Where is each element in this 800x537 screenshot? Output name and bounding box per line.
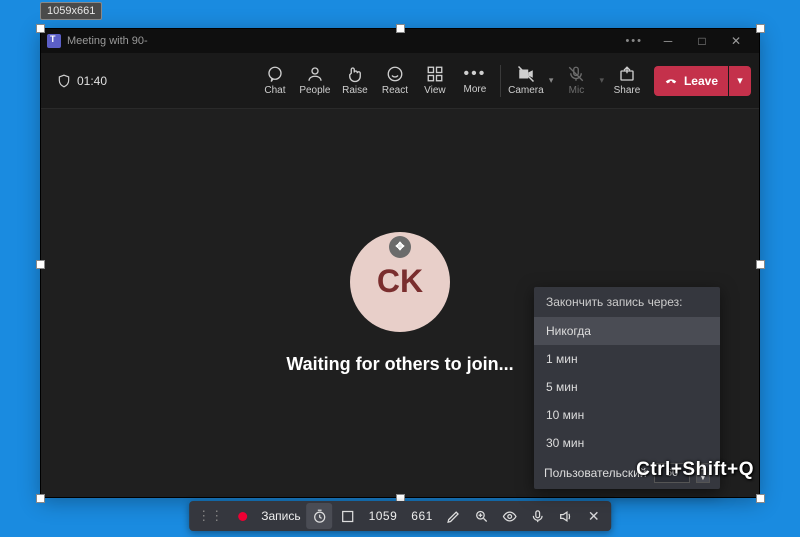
meeting-timer: 01:40 (49, 74, 115, 88)
menu-item-1min[interactable]: 1 мин (534, 345, 720, 373)
zoom-button[interactable] (469, 503, 495, 529)
crop-handle-tc[interactable] (396, 24, 405, 33)
region-width[interactable]: 1059 (363, 509, 404, 523)
capture-dimensions-badge: 1059x661 (40, 2, 102, 20)
mic-label: Mic (569, 85, 585, 96)
record-dot-icon (238, 512, 247, 521)
react-label: React (382, 85, 408, 96)
eye-icon (502, 509, 517, 524)
microphone-icon (530, 509, 545, 524)
crop-handle-ml[interactable] (36, 260, 45, 269)
participant-avatar[interactable]: ✥ CK (350, 232, 450, 332)
mic-off-icon (567, 65, 585, 83)
chevron-down-icon[interactable]: ▾ (599, 75, 604, 86)
teams-app-icon (47, 34, 61, 48)
chat-button[interactable]: Chat (256, 57, 294, 105)
camera-off-icon (517, 65, 535, 83)
crop-handle-bl[interactable] (36, 494, 45, 503)
share-icon (618, 65, 636, 83)
window-minimize-button[interactable]: ─ (651, 29, 685, 53)
leave-chevron[interactable]: ▾ (729, 66, 751, 96)
mic-button[interactable]: Mic (557, 57, 595, 105)
leave-label: Leave (684, 74, 718, 88)
speaker-icon (558, 509, 573, 524)
menu-title: Закончить запись через: (534, 287, 720, 317)
chat-label: Chat (264, 85, 285, 96)
more-icon: ••• (464, 66, 487, 82)
timer-button[interactable] (307, 503, 333, 529)
window-close-button[interactable]: ✕ (719, 29, 753, 53)
leave-button[interactable]: Leave (654, 66, 728, 96)
share-button[interactable]: Share (608, 57, 646, 105)
camera-button[interactable]: Camera (507, 57, 545, 105)
react-button[interactable]: React (376, 57, 414, 105)
share-label: Share (614, 85, 641, 96)
custom-label: Пользовательский (544, 466, 648, 480)
mic-toggle-button[interactable] (525, 503, 551, 529)
menu-item-30min[interactable]: 30 мин (534, 429, 720, 457)
camera-label: Camera (508, 85, 544, 96)
people-icon (306, 65, 324, 83)
raise-label: Raise (342, 85, 368, 96)
crop-region-icon (340, 509, 355, 524)
raise-hand-button[interactable]: Raise (336, 57, 374, 105)
pen-button[interactable] (441, 503, 467, 529)
hand-icon (346, 65, 364, 83)
chat-icon (266, 65, 284, 83)
window-maximize-button[interactable]: □ (685, 29, 719, 53)
menu-item-5min[interactable]: 5 мин (534, 373, 720, 401)
timer-value: 01:40 (77, 74, 107, 88)
crop-handle-br[interactable] (756, 494, 765, 503)
view-label: View (424, 85, 446, 96)
crop-handle-tr[interactable] (756, 24, 765, 33)
meeting-toolbar: 01:40 Chat People Raise React (41, 53, 759, 109)
waiting-message: Waiting for others to join... (286, 354, 513, 375)
toolbar-separator (500, 65, 501, 97)
more-label: More (464, 84, 487, 95)
chevron-down-icon[interactable]: ▾ (549, 75, 554, 86)
shield-icon (57, 74, 71, 88)
crop-handle-mr[interactable] (756, 260, 765, 269)
drag-grip-icon[interactable]: ⋮⋮ (193, 503, 227, 529)
crop-handle-tl[interactable] (36, 24, 45, 33)
view-button[interactable]: View (416, 57, 454, 105)
shortcut-hint: Ctrl+Shift+Q (636, 459, 754, 481)
region-height[interactable]: 661 (405, 509, 439, 523)
menu-item-never[interactable]: Никогда (534, 317, 720, 345)
stopwatch-icon (312, 509, 327, 524)
grid-icon (426, 65, 444, 83)
window-title: Meeting with 90- (67, 35, 148, 47)
region-button[interactable] (335, 503, 361, 529)
move-handle-icon[interactable]: ✥ (389, 236, 411, 258)
close-recorder-button[interactable]: ✕ (581, 503, 607, 529)
window-more-icon[interactable]: ••• (625, 35, 643, 47)
people-button[interactable]: People (296, 57, 334, 105)
people-label: People (299, 85, 330, 96)
audio-toggle-button[interactable] (553, 503, 579, 529)
phone-down-icon (664, 74, 678, 88)
pen-icon (446, 509, 461, 524)
zoom-icon (474, 509, 489, 524)
more-button[interactable]: ••• More (456, 57, 494, 105)
record-button[interactable] (229, 503, 255, 529)
menu-item-10min[interactable]: 10 мин (534, 401, 720, 429)
screen-recorder-toolbar[interactable]: ⋮⋮ Запись 1059 661 ✕ (189, 501, 611, 531)
close-icon: ✕ (588, 508, 600, 525)
avatar-initials: CK (377, 263, 423, 300)
webcam-button[interactable] (497, 503, 523, 529)
smile-icon (386, 65, 404, 83)
record-label: Запись (257, 509, 304, 523)
